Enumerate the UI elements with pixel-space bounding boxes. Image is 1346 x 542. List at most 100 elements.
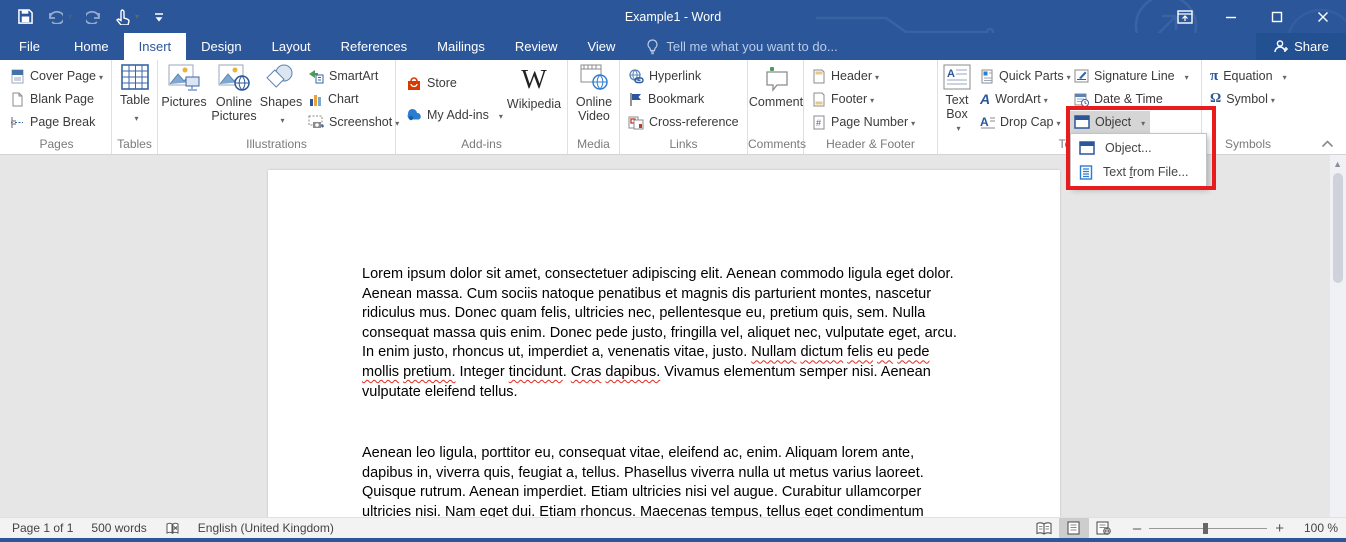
drop-cap-label: Drop Cap — [1000, 115, 1061, 129]
group-comments: Comment Comments — [748, 60, 806, 154]
paragraph[interactable]: Lorem ipsum dolor sit amet, consectetuer… — [362, 265, 968, 402]
scrollbar-up-icon[interactable]: ▲ — [1333, 159, 1342, 169]
page-number-button[interactable]: # Page Number — [808, 111, 919, 133]
svg-text:A: A — [947, 68, 955, 80]
title-bar: Example1 - Word — [0, 0, 1346, 60]
pictures-button[interactable]: Pictures — [160, 64, 208, 109]
cross-reference-button[interactable]: Cross-reference — [624, 111, 743, 133]
collapse-ribbon-button[interactable] — [1321, 140, 1334, 148]
misspelled-word[interactable]: dapibus. — [605, 364, 660, 380]
misspelled-word[interactable]: eu — [877, 344, 893, 360]
group-label-pages: Pages — [39, 137, 74, 151]
tell-me-label: Tell me what you want to do... — [666, 39, 838, 54]
tab-insert[interactable]: Insert — [123, 33, 187, 60]
symbol-button[interactable]: Ω Symbol — [1206, 88, 1279, 110]
chart-button[interactable]: Chart — [304, 88, 363, 110]
date-time-label: Date & Time — [1094, 92, 1163, 106]
signature-line-button[interactable]: Signature Line — [1070, 65, 1193, 87]
language-indicator[interactable]: English (United Kingdom) — [189, 521, 343, 535]
group-label-links: Links — [669, 137, 698, 151]
equation-button[interactable]: π Equation — [1206, 65, 1291, 87]
tell-me-box[interactable]: Tell me what you want to do... — [646, 33, 838, 60]
read-mode-button[interactable] — [1029, 518, 1059, 538]
tab-review[interactable]: Review — [500, 33, 573, 60]
menu-object-icon — [1079, 141, 1095, 155]
date-time-button[interactable]: Date & Time — [1070, 88, 1167, 110]
scrollbar-thumb[interactable] — [1333, 173, 1343, 283]
touch-mouse-mode-button[interactable] — [116, 8, 139, 25]
print-layout-button[interactable] — [1058, 518, 1089, 538]
wordart-button[interactable]: A WordArt — [976, 88, 1052, 110]
zoom-in-button[interactable]: + — [1275, 520, 1284, 537]
table-button[interactable]: Table — [115, 64, 155, 126]
smartart-button[interactable]: SmartArt — [304, 65, 382, 87]
my-addins-button[interactable]: My Add-ins — [402, 104, 507, 126]
close-button[interactable] — [1300, 0, 1346, 33]
misspelled-word[interactable]: Nullam — [751, 344, 796, 360]
misspelled-word[interactable]: felis — [847, 344, 873, 360]
zoom-slider-thumb[interactable] — [1203, 522, 1209, 534]
footer-button[interactable]: Footer — [808, 88, 878, 110]
misspelled-word[interactable]: mollis — [362, 364, 399, 380]
vertical-scrollbar[interactable]: ▲ — [1330, 155, 1346, 517]
customize-qat-button[interactable] — [153, 11, 165, 23]
minimize-button[interactable] — [1208, 0, 1254, 33]
document-page[interactable]: Lorem ipsum dolor sit amet, consectetuer… — [268, 170, 1060, 540]
word-count[interactable]: 500 words — [82, 521, 155, 535]
bookmark-button[interactable]: Bookmark — [624, 88, 708, 110]
menu-item-text-from-file[interactable]: Text from File... — [1071, 160, 1206, 184]
misspelled-word[interactable]: tincidunt — [509, 364, 563, 380]
misspelled-word[interactable]: pretium. — [403, 364, 455, 380]
header-button[interactable]: Header — [808, 65, 883, 87]
drop-cap-button[interactable]: A Drop Cap — [976, 111, 1065, 133]
online-pictures-button[interactable]: Online Pictures — [210, 64, 258, 123]
undo-button[interactable] — [47, 10, 72, 24]
online-pictures-icon — [218, 64, 250, 92]
misspelled-word[interactable]: dictum — [800, 344, 843, 360]
save-button[interactable] — [18, 9, 33, 24]
quick-parts-button[interactable]: Quick Parts — [976, 65, 1075, 87]
word-window: Example1 - Word — [0, 0, 1346, 542]
touch-mode-icon — [116, 8, 130, 25]
comment-label: Comment — [748, 95, 804, 109]
tab-mailings[interactable]: Mailings — [422, 33, 500, 60]
blank-page-button[interactable]: Blank Page — [6, 88, 98, 110]
shapes-button[interactable]: Shapes — [260, 64, 302, 128]
online-video-label: Online Video — [575, 95, 613, 123]
maximize-button[interactable] — [1254, 0, 1300, 33]
zoom-level[interactable]: 100 % — [1292, 521, 1338, 535]
tab-view[interactable]: View — [572, 33, 630, 60]
tab-design[interactable]: Design — [186, 33, 256, 60]
menu-item-object[interactable]: Object... — [1071, 136, 1206, 160]
misspelled-word[interactable]: Cras — [571, 364, 602, 380]
page-break-button[interactable]: Page Break — [6, 111, 99, 133]
misspelled-word[interactable]: pede — [897, 344, 929, 360]
screenshot-button[interactable]: Screenshot — [304, 111, 403, 133]
web-layout-button[interactable] — [1089, 518, 1119, 538]
tab-references[interactable]: References — [326, 33, 422, 60]
ribbon-display-options-button[interactable] — [1162, 0, 1208, 33]
wikipedia-button[interactable]: W Wikipedia — [504, 64, 564, 111]
smartart-label: SmartArt — [329, 69, 379, 83]
online-video-button[interactable]: Online Video — [570, 64, 618, 123]
page-indicator[interactable]: Page 1 of 1 — [0, 521, 82, 535]
shapes-icon — [266, 64, 296, 92]
redo-button[interactable] — [86, 10, 102, 24]
tab-layout[interactable]: Layout — [257, 33, 326, 60]
share-button[interactable]: Share — [1256, 33, 1346, 60]
proofing-status-button[interactable] — [156, 522, 189, 535]
tab-home[interactable]: Home — [59, 33, 124, 60]
zoom-slider[interactable] — [1149, 522, 1268, 534]
comment-button[interactable]: Comment — [748, 64, 804, 109]
close-icon — [1317, 11, 1329, 23]
tab-file[interactable]: File — [0, 33, 59, 60]
minimize-icon — [1225, 11, 1237, 23]
object-button[interactable]: Object — [1070, 111, 1150, 133]
status-bar-right: – + 100 % — [1029, 518, 1338, 538]
text-box-button[interactable]: A Text Box — [938, 64, 976, 136]
zoom-out-button[interactable]: – — [1133, 520, 1141, 537]
cover-page-button[interactable]: Cover Page — [6, 65, 107, 87]
store-button[interactable]: Store — [402, 72, 461, 94]
group-symbols: π Equation Ω Symbol Symbols — [1202, 60, 1294, 154]
hyperlink-button[interactable]: Hyperlink — [624, 65, 705, 87]
